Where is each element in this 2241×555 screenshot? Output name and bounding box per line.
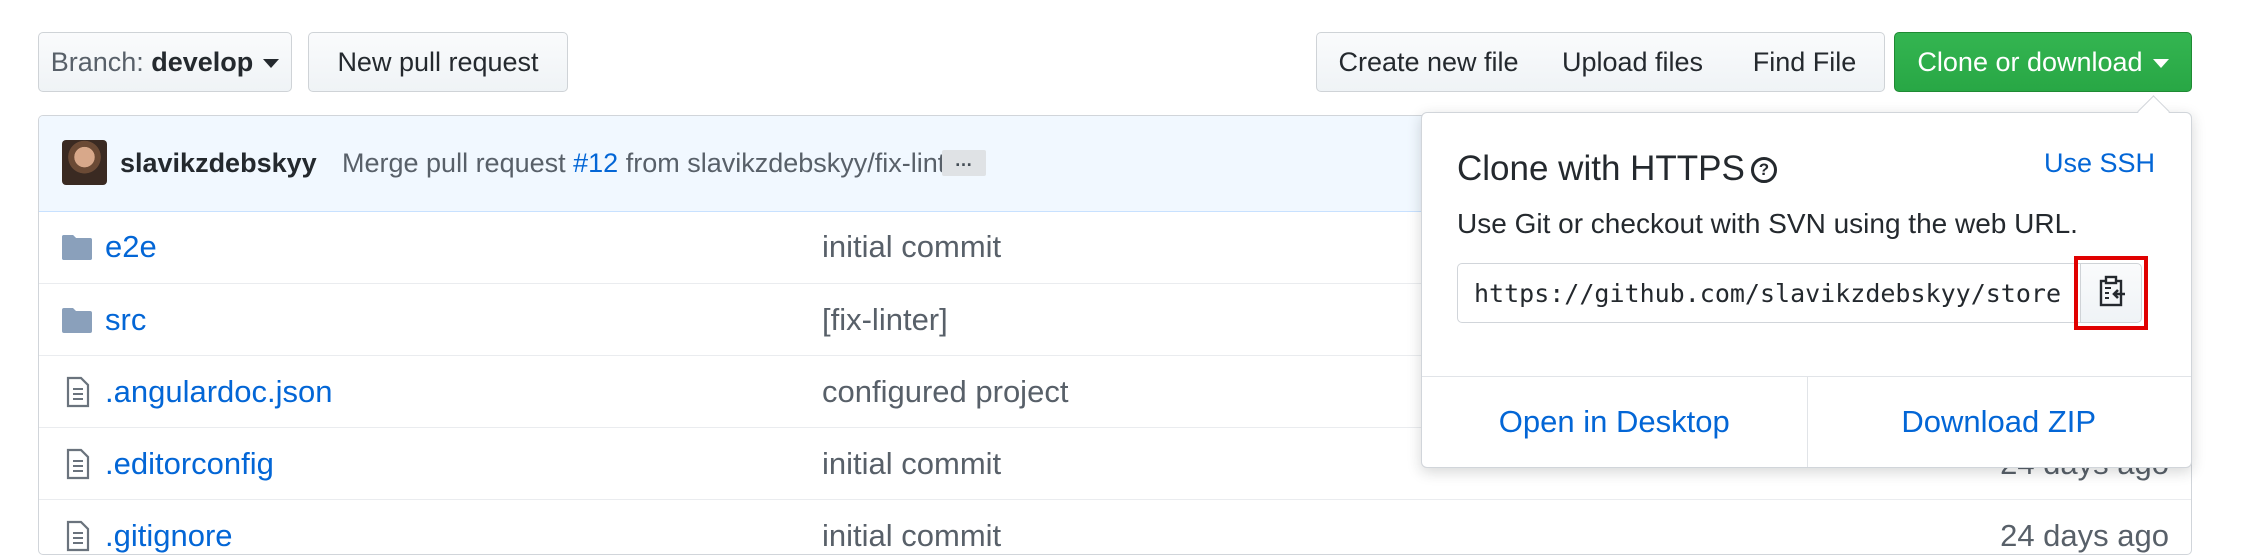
commit-author[interactable]: slavikzdebskyy [120, 148, 317, 179]
file-age: 24 days ago [2000, 518, 2169, 553]
clone-popover: Clone with HTTPS ? Use SSH Use Git or ch… [1421, 95, 2192, 468]
folder-icon [62, 308, 92, 333]
commit-expand-button[interactable]: … [942, 150, 986, 176]
file-commit-message[interactable]: [fix-linter] [822, 302, 948, 338]
clone-url-input[interactable] [1457, 263, 2080, 323]
commit-message-suffix[interactable]: from slavikzdebskyy/fix-linter [626, 148, 970, 178]
file-name-link[interactable]: e2e [105, 229, 157, 265]
file-commit-message[interactable]: initial commit [822, 446, 1001, 482]
file-commit-message[interactable]: configured project [822, 374, 1068, 410]
file-text-icon [66, 448, 90, 480]
file-commit-message[interactable]: initial commit [822, 229, 1001, 265]
copy-url-button[interactable] [2080, 263, 2142, 323]
commit-message-prefix[interactable]: Merge pull request [342, 148, 566, 178]
file-name-link[interactable]: .gitignore [105, 518, 233, 554]
file-name-link[interactable]: .angulardoc.json [105, 374, 333, 410]
clone-popover-footer: Open in Desktop Download ZIP [1422, 376, 2191, 467]
create-new-file-button[interactable]: Create new file [1316, 32, 1541, 92]
branch-prefix: Branch: [50, 47, 144, 77]
caret-down-icon [2152, 59, 2169, 69]
commit-message: Merge pull request #12 from slavikzdebsk… [342, 148, 969, 179]
file-text-icon [66, 376, 90, 408]
avatar[interactable] [62, 140, 107, 185]
find-file-button[interactable]: Find File [1725, 32, 1885, 92]
file-commit-message[interactable]: initial commit [822, 518, 1001, 554]
branch-select-button[interactable]: Branch: develop [38, 32, 292, 92]
clippy-icon [2099, 275, 2125, 307]
upload-files-button[interactable]: Upload files [1540, 32, 1726, 92]
file-text-icon [66, 520, 90, 552]
caret-down-icon [263, 59, 280, 69]
file-name-link[interactable]: src [105, 302, 146, 338]
popover-arrow [2137, 95, 2170, 128]
clone-or-download-label: Clone or download [1917, 47, 2143, 77]
commit-pr-link[interactable]: #12 [573, 148, 618, 178]
file-name-link[interactable]: .editorconfig [105, 446, 274, 482]
clone-title: Clone with HTTPS [1457, 149, 1745, 188]
clone-description: Use Git or checkout with SVN using the w… [1457, 208, 2078, 239]
open-in-desktop-button[interactable]: Open in Desktop [1422, 377, 1807, 467]
use-ssh-link[interactable]: Use SSH [2044, 148, 2155, 179]
folder-icon [62, 235, 92, 260]
branch-name: develop [151, 47, 254, 77]
new-pull-request-button[interactable]: New pull request [308, 32, 568, 92]
download-zip-button[interactable]: Download ZIP [1807, 377, 2192, 467]
clone-or-download-button[interactable]: Clone or download [1894, 32, 2192, 92]
table-row: .gitignore initial commit 24 days ago [39, 499, 2191, 554]
question-circle-icon[interactable]: ? [1751, 157, 1777, 183]
